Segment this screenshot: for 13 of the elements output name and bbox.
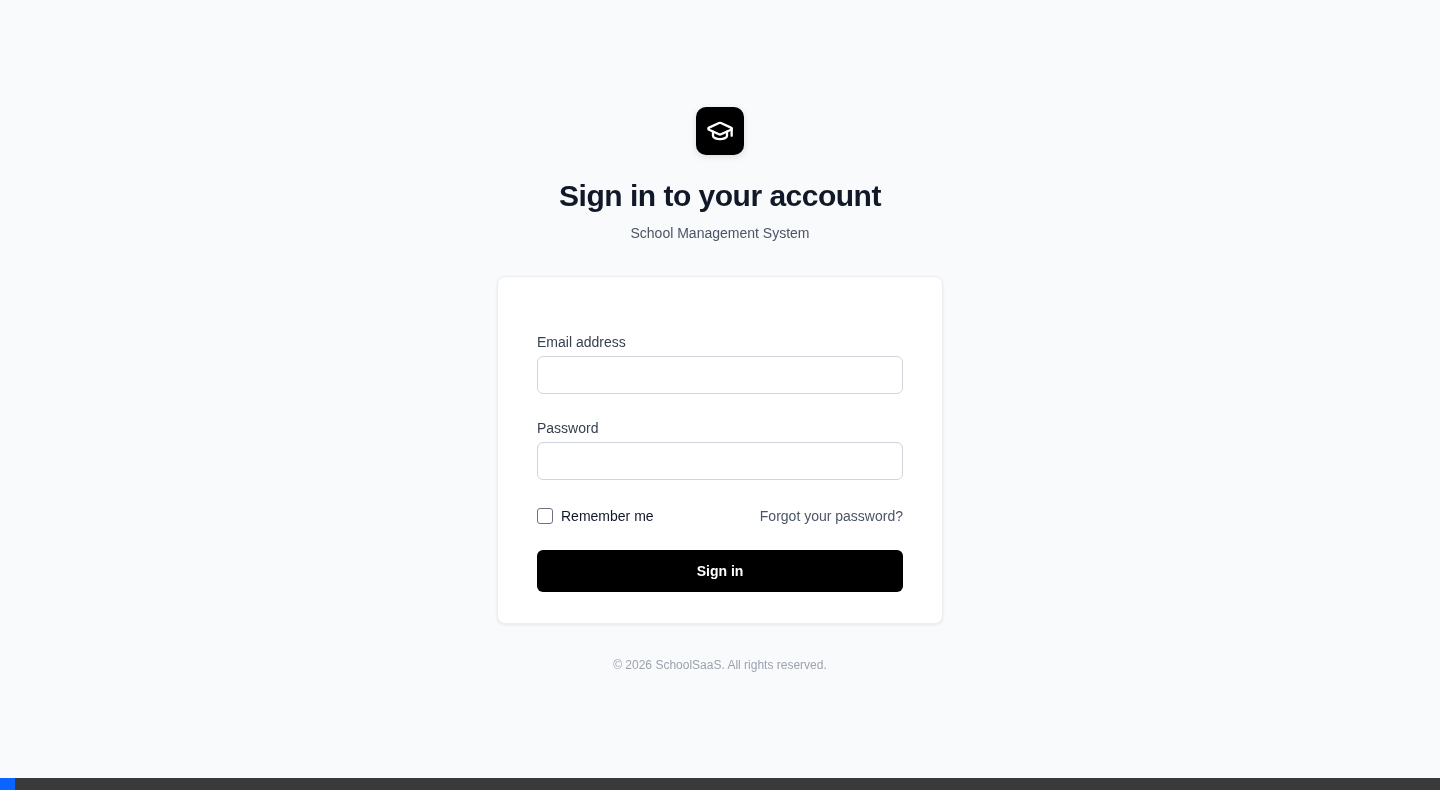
field-label: Email address (537, 333, 626, 352)
square-icon (0, 778, 15, 790)
input-field[interactable] (537, 442, 903, 480)
sign-in-button[interactable]: Sign in (537, 550, 903, 592)
copyright-text: © 2026 SchoolSaaS. All rights reserved. (613, 657, 827, 673)
input-field[interactable] (537, 356, 903, 394)
remember-me-label: Remember me (561, 507, 654, 526)
remember-checkbox[interactable] (537, 508, 553, 524)
graduation-cap-icon (696, 107, 744, 155)
forgot-password-link[interactable]: Forgot your password? (759, 506, 903, 526)
field-label: Password (537, 419, 599, 438)
subtitle: School Management System (630, 224, 810, 243)
page-title: Sign in to your account (559, 178, 881, 214)
